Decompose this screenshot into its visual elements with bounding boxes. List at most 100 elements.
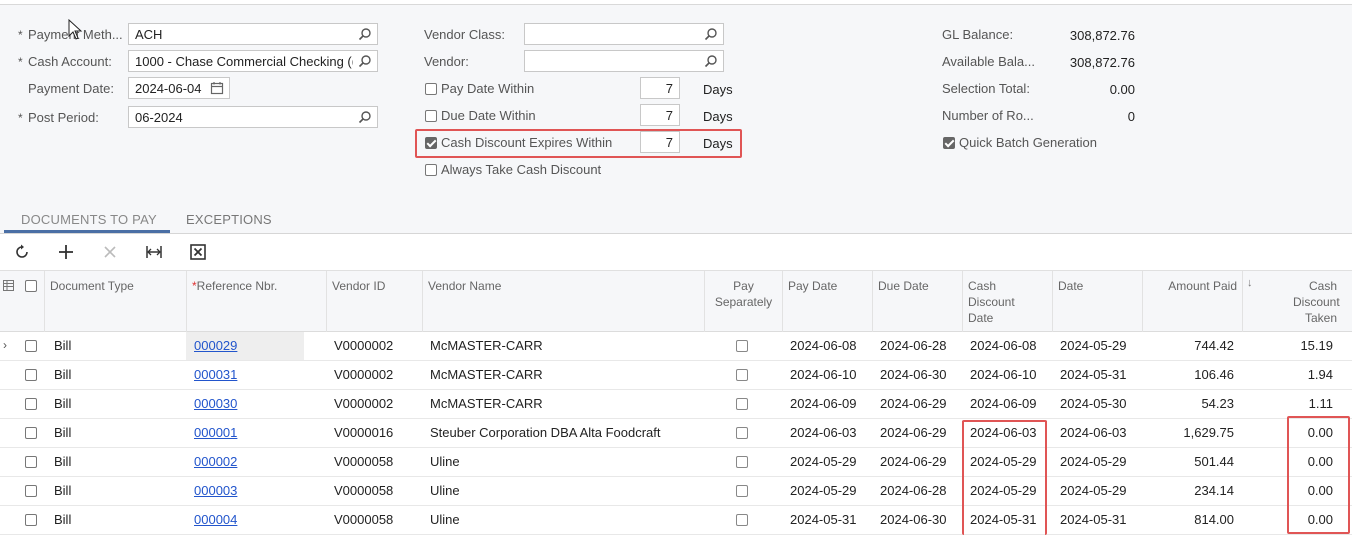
- row-select-checkbox[interactable]: [25, 485, 37, 497]
- pay-date-within-checkbox[interactable]: [425, 83, 437, 95]
- grid-header: Document Type *Reference Nbr. Vendor ID …: [0, 270, 1352, 332]
- cell-pay-date: 2024-05-29: [790, 483, 857, 498]
- payment-method-field[interactable]: ACH: [128, 23, 378, 45]
- cell-vendor-id: V0000002: [334, 367, 394, 382]
- row-select-checkbox[interactable]: [25, 427, 37, 439]
- tab-documents-to-pay[interactable]: DOCUMENTS TO PAY: [21, 212, 157, 227]
- cell-vendor-name: Steuber Corporation DBA Alta Foodcraft: [430, 425, 661, 440]
- table-row[interactable]: Bill 000003 V0000058 Uline 2024-05-29 2024-06…: [0, 477, 1352, 506]
- reference-link[interactable]: 000001: [194, 425, 237, 440]
- cell-due-date: 2024-06-29: [880, 396, 947, 411]
- table-row[interactable]: › Bill 000029 V0000002 McMASTER-CARR 2024-06-…: [0, 332, 1352, 361]
- pay-separately-checkbox[interactable]: [736, 369, 748, 381]
- col-reference-nbr[interactable]: *Reference Nbr.: [186, 271, 326, 332]
- pay-separately-checkbox[interactable]: [736, 340, 748, 352]
- cell-due-date: 2024-06-29: [880, 425, 947, 440]
- due-date-within-label: Due Date Within: [441, 108, 536, 123]
- quick-batch-checkbox[interactable]: [943, 137, 955, 149]
- pay-separately-checkbox[interactable]: [736, 456, 748, 468]
- selection-total-value: 0.00: [1109, 82, 1135, 97]
- pay-date-within-days-input[interactable]: 7: [640, 77, 680, 99]
- col-amount-paid[interactable]: Amount Paid: [1142, 271, 1242, 332]
- table-row[interactable]: Bill 000001 V0000016 Steuber Corporation DB…: [0, 419, 1352, 448]
- mouse-cursor-icon: [68, 19, 83, 40]
- selection-form: Payment Meth... ACH Cash Account: 1000 -…: [0, 5, 1352, 233]
- tab-exceptions[interactable]: EXCEPTIONS: [186, 212, 272, 227]
- cell-date: 2024-05-29: [1060, 454, 1127, 469]
- pay-separately-checkbox[interactable]: [736, 398, 748, 410]
- cell-date: 2024-05-31: [1060, 512, 1127, 527]
- due-date-within-checkbox[interactable]: [425, 110, 437, 122]
- cell-pay-date: 2024-06-08: [790, 338, 857, 353]
- reference-link[interactable]: 000031: [194, 367, 237, 382]
- always-take-discount-checkbox[interactable]: [425, 164, 437, 176]
- col-pay-date[interactable]: Pay Date: [782, 271, 872, 332]
- pay-separately-checkbox[interactable]: [736, 427, 748, 439]
- gl-balance-value: 308,872.76: [1069, 28, 1135, 43]
- cell-vendor-name: McMASTER-CARR: [430, 338, 543, 353]
- cell-amount-paid: 54.23: [1201, 396, 1234, 411]
- column-settings-icon[interactable]: [3, 280, 14, 291]
- search-icon[interactable]: [704, 54, 718, 68]
- reference-link[interactable]: 000030: [194, 396, 237, 411]
- table-row[interactable]: Bill 000002 V0000058 Uline 2024-05-29 2024-06…: [0, 448, 1352, 477]
- vendor-class-field[interactable]: [524, 23, 724, 45]
- row-select-checkbox[interactable]: [25, 514, 37, 526]
- available-balance-label: Available Bala...: [942, 54, 1035, 69]
- pay-separately-checkbox[interactable]: [736, 485, 748, 497]
- cell-cash-discount-taken: 15.19: [1300, 338, 1333, 353]
- toolbar-divider: [0, 233, 1352, 234]
- cell-vendor-name: Uline: [430, 454, 460, 469]
- col-due-date[interactable]: Due Date: [872, 271, 962, 332]
- cell-pay-date: 2024-05-29: [790, 454, 857, 469]
- col-pay-separately[interactable]: Pay Separately: [704, 271, 782, 332]
- highlight-box: [415, 129, 742, 158]
- search-icon[interactable]: [358, 27, 372, 41]
- select-all-checkbox[interactable]: [25, 280, 37, 292]
- row-select-checkbox[interactable]: [25, 369, 37, 381]
- reference-link[interactable]: 000004: [194, 512, 237, 527]
- search-icon[interactable]: [358, 110, 372, 124]
- refresh-icon[interactable]: [13, 243, 31, 261]
- due-date-within-days-input[interactable]: 7: [640, 104, 680, 126]
- cell-pay-date: 2024-06-09: [790, 396, 857, 411]
- vendor-field[interactable]: [524, 50, 724, 72]
- cell-date: 2024-05-29: [1060, 338, 1127, 353]
- row-select-checkbox[interactable]: [25, 456, 37, 468]
- col-document-type[interactable]: Document Type: [44, 271, 186, 332]
- fit-columns-icon[interactable]: [145, 243, 163, 261]
- cash-account-field[interactable]: 1000 - Chase Commercial Checking ((: [128, 50, 378, 72]
- table-row[interactable]: Bill 000031 V0000002 McMASTER-CARR 2024-06-1…: [0, 361, 1352, 390]
- pay-separately-checkbox[interactable]: [736, 514, 748, 526]
- close-icon[interactable]: [101, 243, 119, 261]
- col-cash-discount-date[interactable]: Cash Discount Date: [962, 271, 1052, 332]
- row-select-checkbox[interactable]: [25, 340, 37, 352]
- table-row[interactable]: Bill 000030 V0000002 McMASTER-CARR 2024-06-0…: [0, 390, 1352, 419]
- cell-document-type: Bill: [54, 454, 72, 469]
- highlight-box-discount-taken: [1287, 416, 1350, 534]
- table-row[interactable]: Bill 000004 V0000058 Uline 2024-05-31 2024-06…: [0, 506, 1352, 535]
- calendar-icon[interactable]: [210, 81, 224, 95]
- col-cash-discount-taken[interactable]: Cash Discount Taken: [1242, 271, 1342, 332]
- cell-vendor-id: V0000002: [334, 396, 394, 411]
- reference-link[interactable]: 000003: [194, 483, 237, 498]
- row-select-checkbox[interactable]: [25, 398, 37, 410]
- col-date[interactable]: Date: [1052, 271, 1142, 332]
- cell-amount-paid: 501.44: [1194, 454, 1234, 469]
- search-icon[interactable]: [704, 27, 718, 41]
- payment-date-field[interactable]: 2024-06-04: [128, 77, 230, 99]
- search-icon[interactable]: [358, 54, 372, 68]
- cell-vendor-id: V0000002: [334, 338, 394, 353]
- cell-due-date: 2024-06-29: [880, 454, 947, 469]
- cell-date: 2024-05-31: [1060, 367, 1127, 382]
- post-period-field[interactable]: 06-2024: [128, 106, 378, 128]
- col-vendor-id[interactable]: Vendor ID: [326, 271, 422, 332]
- col-vendor-name[interactable]: Vendor Name: [422, 271, 704, 332]
- excel-export-icon[interactable]: [189, 243, 207, 261]
- pay-date-within-label: Pay Date Within: [441, 81, 535, 96]
- reference-link[interactable]: 000029: [194, 338, 237, 353]
- plus-icon[interactable]: [57, 243, 75, 261]
- reference-link[interactable]: 000002: [194, 454, 237, 469]
- due-date-within-unit: Days: [703, 109, 733, 124]
- cell-due-date: 2024-06-28: [880, 483, 947, 498]
